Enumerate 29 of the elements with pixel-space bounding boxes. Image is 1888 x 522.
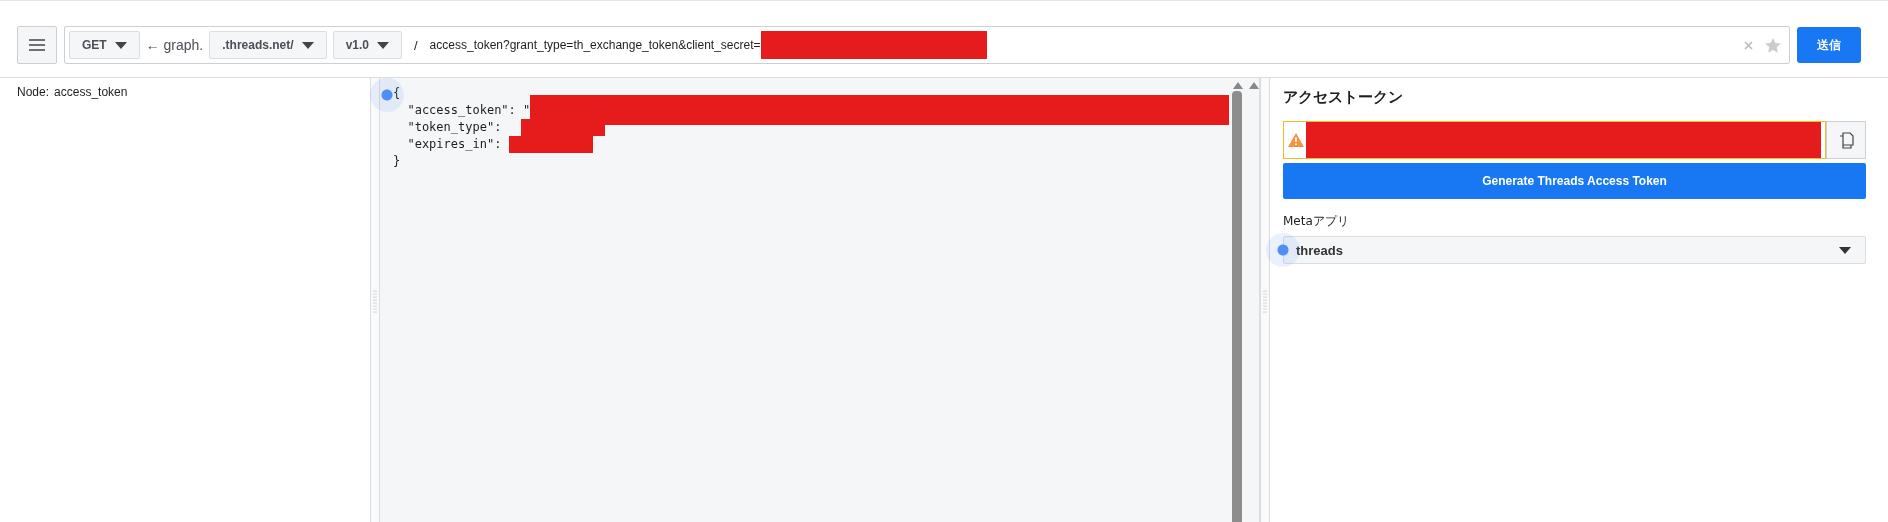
- caret-icon: [114, 41, 127, 49]
- focus-dot: [370, 78, 404, 112]
- app-label: Metaアプリ: [1283, 213, 1350, 230]
- caret-icon: [301, 41, 314, 49]
- version-dropdown[interactable]: v1.0: [332, 31, 402, 59]
- copy-icon: [1838, 131, 1854, 149]
- code-line: "expires_in":: [406, 136, 503, 153]
- host-prefix: ← graph.: [145, 37, 204, 53]
- panel-title: アクセストークン: [1283, 88, 1404, 107]
- caret-icon: [1839, 246, 1851, 254]
- code-line: }: [393, 153, 401, 170]
- generate-token-button[interactable]: Generate Threads Access Token: [1283, 163, 1866, 199]
- caret-icon: [377, 41, 389, 49]
- star-icon[interactable]: [1765, 37, 1781, 53]
- code-line: "token_type":: [406, 119, 503, 136]
- path-text[interactable]: access_token?grant_type=th_exchange_token&client_secret=: [429, 38, 761, 52]
- copy-button[interactable]: [1826, 121, 1866, 159]
- submit-button[interactable]: 送信: [1797, 27, 1861, 63]
- method-dropdown[interactable]: GET: [69, 31, 140, 59]
- path-separator: /: [414, 37, 418, 53]
- clear-icon[interactable]: [1744, 40, 1753, 50]
- menu-button[interactable]: [17, 26, 57, 64]
- scrollbar-thumb[interactable]: [1232, 91, 1242, 522]
- host-dropdown[interactable]: .threads.net/: [209, 31, 327, 59]
- node-value: access_token: [54, 85, 128, 99]
- code-line: "access_token": ": [406, 102, 531, 119]
- node-label: Node:: [17, 85, 50, 99]
- code-line: {: [393, 85, 401, 102]
- menu-icon: [29, 39, 45, 51]
